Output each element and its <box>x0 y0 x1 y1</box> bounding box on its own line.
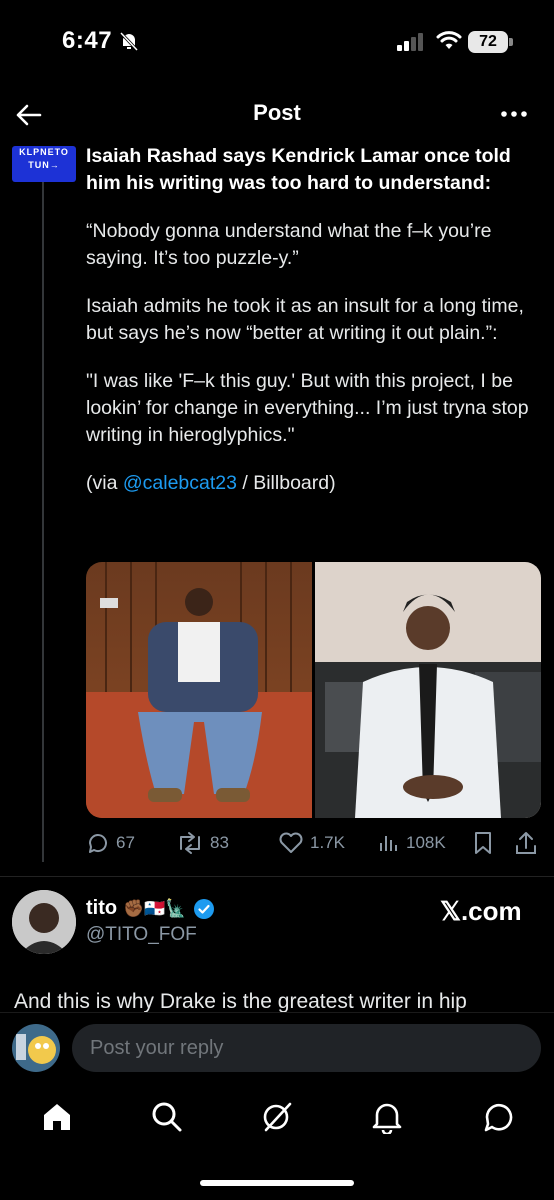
post-paragraph-2: Isaiah admits he took it as an insult fo… <box>86 295 524 344</box>
reply-post-text: And this is why Drake is the greatest wr… <box>14 990 467 1013</box>
reply-author-emojis: ✊🏾🇵🇦🗽 <box>123 898 187 918</box>
reply-author-avatar[interactable] <box>12 890 76 954</box>
views-action[interactable]: 108K <box>376 828 446 858</box>
cellular-signal-icon <box>397 33 423 51</box>
post-media[interactable] <box>86 562 541 818</box>
photo-isaiah-rashad[interactable] <box>86 562 312 818</box>
thread-connector <box>42 182 44 862</box>
search-icon[interactable] <box>150 1100 184 1134</box>
reply-action[interactable]: 67 <box>86 828 135 858</box>
notifications-icon[interactable] <box>370 1100 404 1134</box>
like-count: 1.7K <box>310 833 345 852</box>
home-icon[interactable] <box>40 1100 74 1134</box>
bookmark-icon[interactable] <box>472 828 494 858</box>
verified-badge-icon <box>193 898 214 919</box>
repost-icon <box>180 832 200 854</box>
reply-author-name-row: tito ✊🏾🇵🇦🗽 <box>86 897 215 920</box>
analytics-icon <box>380 836 397 851</box>
post-via: (via @calebcat23 / Billboard) <box>86 470 542 497</box>
more-options-icon[interactable] <box>496 100 532 128</box>
reply-icon <box>89 834 107 853</box>
wifi-icon <box>436 31 462 49</box>
battery-nub <box>509 38 513 46</box>
messages-icon[interactable] <box>482 1100 516 1134</box>
share-icon[interactable] <box>514 828 538 858</box>
battery-indicator: 72 <box>468 31 508 53</box>
back-arrow-icon[interactable] <box>14 100 44 130</box>
post-body: Isaiah Rashad says Kendrick Lamar once t… <box>86 143 542 518</box>
via-suffix: / Billboard) <box>236 472 336 494</box>
user-avatar-image <box>12 1024 60 1072</box>
divider <box>0 876 554 877</box>
post-actions: 67 83 1.7K 108K <box>86 828 546 858</box>
home-indicator <box>200 1180 354 1186</box>
page-title: Post <box>253 100 301 125</box>
status-bar: 6:47 72 <box>0 0 554 80</box>
x-logo-text: 𝕏.com <box>440 896 522 926</box>
reply-author-handle: @TITO_FOF <box>86 924 197 945</box>
post-headline: Isaiah Rashad says Kendrick Lamar once t… <box>86 145 511 194</box>
current-user-avatar[interactable] <box>12 1024 60 1072</box>
repost-action[interactable]: 83 <box>176 828 229 858</box>
reply-author-name: tito <box>86 897 118 919</box>
photo-kendrick-lamar[interactable] <box>315 562 541 818</box>
via-prefix: (via <box>86 472 123 494</box>
like-action[interactable]: 1.7K <box>278 828 345 858</box>
reply-avatar-image <box>12 890 76 954</box>
grok-icon[interactable] <box>260 1100 294 1134</box>
post-paragraph-1: “Nobody gonna understand what the f–k yo… <box>86 220 492 269</box>
avatar-text-bottom: TUN→ <box>28 160 60 170</box>
status-time: 6:47 <box>62 27 113 54</box>
avatar-text-top: KLPNETO <box>19 147 69 157</box>
view-count: 108K <box>406 833 446 852</box>
post-paragraph-3: "I was like 'F–k this guy.' But with thi… <box>86 370 529 446</box>
reply-input[interactable]: Post your reply <box>72 1024 541 1072</box>
via-user-link[interactable]: @calebcat23 <box>123 472 237 494</box>
heart-icon <box>279 832 303 853</box>
reply-count: 67 <box>116 833 135 852</box>
repost-count: 83 <box>210 833 229 852</box>
bell-muted-icon <box>119 31 139 52</box>
author-avatar[interactable]: KLPNETO TUN→ <box>12 146 76 182</box>
